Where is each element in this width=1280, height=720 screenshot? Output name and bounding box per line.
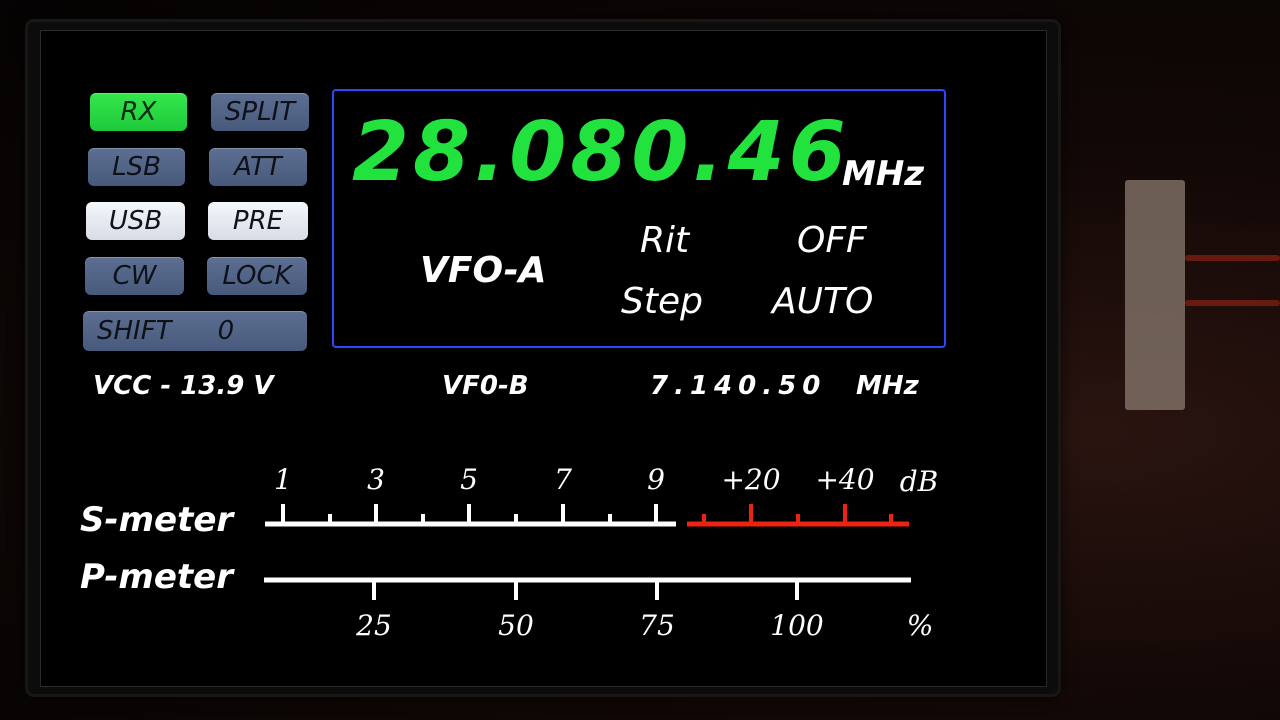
meter-graphics <box>264 504 911 600</box>
